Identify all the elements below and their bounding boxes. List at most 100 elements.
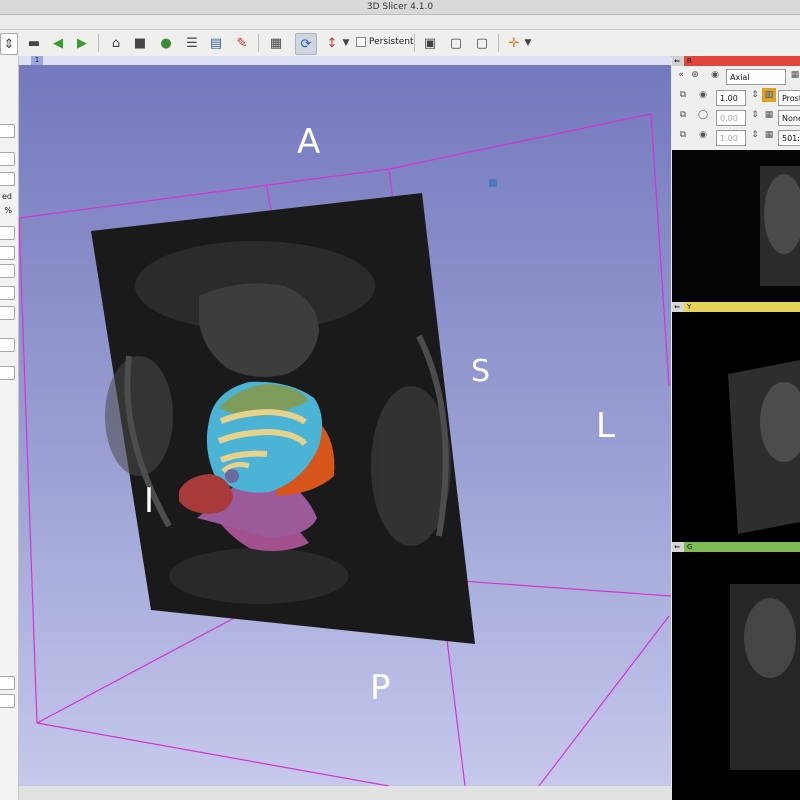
layer-icon[interactable]: ⧉: [676, 108, 690, 122]
orientation-label-superior: S: [471, 354, 491, 389]
scene-restore-icon[interactable]: ▢: [472, 33, 492, 53]
grid-icon[interactable]: ▦: [762, 108, 776, 122]
model-icon[interactable]: ●: [156, 33, 176, 53]
toolbar-separator: [98, 34, 99, 52]
status-bar: [19, 786, 672, 800]
grid-icon[interactable]: ▦: [762, 128, 776, 142]
red-slice-image[interactable]: [672, 150, 800, 302]
yellow-slice-header: ⇐ Y: [672, 302, 800, 312]
window-title-bar: 3D Slicer 4.1.0: [0, 0, 800, 15]
foreground-opacity-value: 0.00: [720, 114, 738, 123]
pin-icon[interactable]: ⇐: [672, 56, 682, 66]
red-slice-bar[interactable]: [684, 56, 800, 66]
pen-icon[interactable]: ✎: [232, 33, 252, 53]
toolbar-separator: [258, 34, 259, 52]
green-slice-letter: G: [687, 543, 693, 551]
chevron-down-icon[interactable]: ▼: [340, 33, 352, 53]
spin-arrows-icon[interactable]: ⇕: [748, 88, 762, 102]
view-layout-icon[interactable]: ▦: [266, 33, 286, 53]
module-menu-icon[interactable]: ▬: [24, 33, 44, 53]
forward-arrow-icon[interactable]: ▶: [72, 33, 92, 53]
menu-strip: [0, 15, 800, 30]
eye-icon[interactable]: ◉: [696, 128, 710, 142]
panel-button[interactable]: [0, 152, 15, 166]
camera-icon[interactable]: [489, 179, 497, 187]
spin-arrows-icon[interactable]: ⇕: [748, 108, 762, 122]
bbox-edge: [19, 217, 38, 724]
chevron-down-icon[interactable]: ▼: [522, 33, 534, 53]
bbox-edge: [36, 722, 390, 786]
label-layer-value: Prost: [782, 94, 800, 103]
orientation-label-anterior: A: [297, 122, 321, 162]
green-slice-image[interactable]: [672, 552, 800, 784]
background-opacity-value: 1.00: [720, 134, 738, 143]
foreground-select[interactable]: None: [778, 110, 800, 126]
orientation-select[interactable]: Axial: [726, 69, 786, 85]
cube-icon[interactable]: ■: [130, 33, 150, 53]
background-select[interactable]: 501:: [778, 130, 800, 146]
slice-views-panel: ⇐ R « ⊕ ◉ Axial ▦ ⧉ ◉ 1.00 ⇕ ▥ Prost ⧉ ◯…: [672, 56, 800, 800]
controls-row-3: ⧉ ◯ 0.00 ⇕ ▦ None: [674, 108, 800, 128]
panel-button[interactable]: [0, 366, 15, 380]
layer-icon[interactable]: ⧉: [676, 128, 690, 142]
eye-icon[interactable]: ◉: [696, 88, 710, 102]
3d-view[interactable]: 1 A S L I P: [19, 56, 671, 786]
checkbox-box[interactable]: [356, 37, 366, 47]
foreground-value: None: [782, 114, 800, 123]
slice-index-value: 501:: [782, 134, 800, 143]
pin-icon[interactable]: ⇐: [672, 302, 682, 312]
layer-icon[interactable]: ⧉: [676, 88, 690, 102]
green-slice-bar[interactable]: [684, 542, 800, 552]
mouse-mode-icon[interactable]: ↕: [322, 33, 342, 53]
panel-spinbox[interactable]: [0, 246, 15, 260]
chart-icon[interactable]: ▤: [206, 33, 226, 53]
rotate-icon[interactable]: ⟳: [295, 33, 317, 55]
panel-button[interactable]: [0, 172, 15, 186]
panel-button[interactable]: [0, 124, 15, 138]
crosshair-icon[interactable]: ✛: [504, 33, 524, 53]
orientation-value: Axial: [730, 73, 750, 82]
scene-view-icon[interactable]: ▢: [446, 33, 466, 53]
pin-icon[interactable]: ⇐: [672, 542, 682, 552]
panel-button[interactable]: [0, 694, 15, 708]
yellow-slice-letter: Y: [687, 303, 692, 311]
yellow-slice-bar[interactable]: [684, 302, 800, 312]
controls-row-1: « ⊕ ◉ Axial ▦: [674, 68, 800, 88]
controls-row-2: ⧉ ◉ 1.00 ⇕ ▥ Prost: [674, 88, 800, 108]
screenshot-icon[interactable]: ▣: [420, 33, 440, 53]
red-slice-controls: « ⊕ ◉ Axial ▦ ⧉ ◉ 1.00 ⇕ ▥ Prost ⧉ ◯ 0.0…: [672, 66, 800, 150]
module-panel: ed %: [0, 56, 19, 800]
panel-text: ed: [2, 192, 12, 201]
opacity-value: 1.00: [720, 94, 738, 103]
spin-arrows-icon[interactable]: ⇕: [748, 128, 762, 142]
toggle-icon[interactable]: ◯: [696, 108, 710, 122]
panel-spinbox[interactable]: [0, 264, 15, 278]
persistent-label: Persistent: [369, 37, 414, 47]
background-opacity-spinbox[interactable]: 1.00: [716, 130, 746, 146]
panel-button[interactable]: [0, 306, 15, 320]
orientation-label-inferior: I: [144, 481, 155, 521]
label-map-icon[interactable]: ▥: [762, 88, 776, 102]
back-arrow-icon[interactable]: ◀: [48, 33, 68, 53]
bbox-edge: [650, 113, 670, 387]
toolbar-separator: [414, 34, 415, 52]
persistent-checkbox[interactable]: Persistent: [356, 37, 414, 47]
home-icon[interactable]: ⌂: [106, 33, 126, 53]
label-layer-select[interactable]: Prost: [778, 90, 800, 106]
orientation-label-posterior: P: [370, 668, 391, 708]
layers-icon[interactable]: ☰: [182, 33, 202, 53]
panel-field[interactable]: [0, 226, 15, 240]
opacity-spinbox[interactable]: 1.00: [716, 90, 746, 106]
link-icon[interactable]: ⊕: [688, 68, 702, 82]
foreground-opacity-spinbox[interactable]: 0.00: [716, 110, 746, 126]
collapse-icon[interactable]: «: [674, 68, 688, 82]
bbox-edge: [265, 183, 272, 211]
grid-icon[interactable]: ▦: [788, 68, 800, 82]
panel-button[interactable]: [0, 676, 15, 690]
panel-button[interactable]: [0, 286, 15, 300]
panel-button[interactable]: [0, 338, 15, 352]
bbox-edge: [388, 113, 652, 170]
yellow-slice-image[interactable]: [672, 312, 800, 542]
module-dropdown[interactable]: ⇕: [0, 33, 18, 55]
eye-icon[interactable]: ◉: [708, 68, 722, 82]
